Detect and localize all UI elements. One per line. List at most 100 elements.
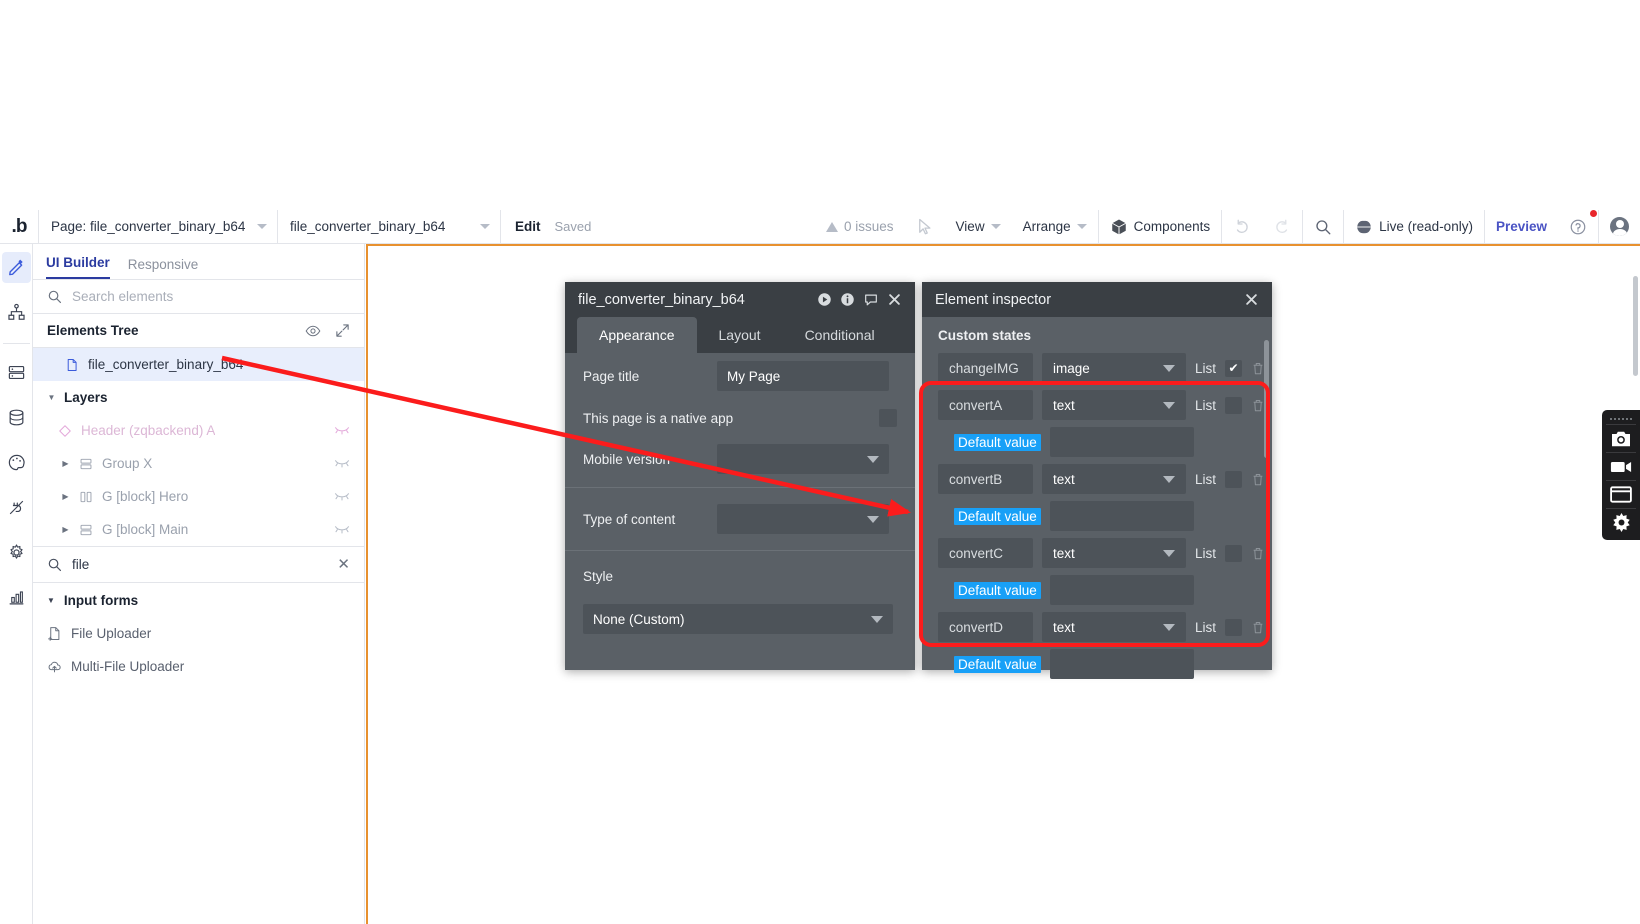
rail-plugins-button[interactable] [2,492,31,523]
default-value-row-convertC: Default value [938,575,1272,605]
undo-button[interactable] [1222,210,1262,244]
list-checkbox[interactable] [1225,619,1242,636]
comment-icon[interactable] [863,292,879,307]
record-video-button[interactable] [1604,453,1638,480]
pointer-tool-button[interactable] [905,210,945,244]
expand-icon[interactable] [335,323,350,338]
live-mode-button[interactable]: Live (read-only) [1344,210,1484,244]
rail-design-button[interactable] [2,252,31,283]
tree-row[interactable]: ▼ Layers [33,381,364,414]
delete-icon[interactable] [1251,398,1265,413]
hidden-eye-icon[interactable] [334,423,350,438]
palette-item-multi-file-uploader[interactable]: Multi-File Uploader [33,650,364,683]
chevron-down-icon [991,224,1001,229]
help-button[interactable] [1558,210,1598,244]
inspector-scrollbar[interactable] [1264,340,1269,458]
state-type-select[interactable]: text [1042,464,1186,494]
rail-workflow-button[interactable] [2,297,31,328]
tab-layout[interactable]: Layout [697,317,783,353]
canvas-scrollbar[interactable] [1633,276,1638,376]
type-of-content-select[interactable] [717,504,889,534]
rail-styles-button[interactable] [2,447,31,478]
palette-group-header[interactable]: ▼ Input forms [33,583,364,617]
components-button[interactable]: Components [1099,210,1222,244]
list-checkbox[interactable] [1225,471,1242,488]
chevron-right-icon[interactable]: ▶ [61,525,70,534]
window-capture-button[interactable] [1604,481,1638,508]
chevron-right-icon[interactable]: ▶ [61,492,70,501]
state-type-select[interactable]: text [1042,390,1186,420]
drag-handle[interactable] [1610,413,1632,424]
view-menu[interactable]: View [945,210,1012,244]
preview-button[interactable]: Preview [1485,210,1558,244]
screenshot-button[interactable] [1604,425,1638,452]
rail-logs-button[interactable] [2,582,31,613]
default-value-input[interactable] [1050,649,1194,679]
tab-ui-builder[interactable]: UI Builder [46,255,110,279]
default-value-input[interactable] [1050,575,1194,605]
state-type-select[interactable]: image [1042,353,1186,383]
tab-appearance[interactable]: Appearance [577,317,697,353]
rail-data-button[interactable] [2,357,31,388]
play-icon[interactable] [817,292,832,307]
page-title-input[interactable]: My Page [717,361,889,391]
state-name[interactable]: convertA [938,390,1033,420]
style-select[interactable]: None (Custom) [583,604,893,634]
arrange-menu[interactable]: Arrange [1012,210,1098,244]
rail-database-button[interactable] [2,402,31,433]
chevron-right-icon[interactable]: ▶ [61,459,70,468]
default-value-input[interactable] [1050,427,1194,457]
hidden-eye-icon[interactable] [334,456,350,471]
state-name[interactable]: convertC [938,538,1033,568]
state-type-select[interactable]: text [1042,538,1186,568]
eye-icon[interactable] [305,323,321,339]
rail-settings-button[interactable] [2,537,31,568]
delete-icon[interactable] [1251,620,1265,635]
list-checkbox[interactable]: ✔ [1225,360,1242,377]
redo-button[interactable] [1262,210,1302,244]
state-type-select[interactable]: text [1042,612,1186,642]
delete-icon[interactable] [1251,472,1265,487]
chevron-down-icon[interactable]: ▼ [47,393,56,402]
tree-row[interactable]: Header (zqbackend) A [33,414,364,447]
palette-search-input[interactable] [72,557,327,572]
state-name[interactable]: convertD [938,612,1033,642]
user-account-button[interactable] [1599,210,1640,244]
list-label: List [1195,472,1216,487]
close-icon[interactable] [1244,292,1259,307]
default-value-input[interactable] [1050,501,1194,531]
hidden-eye-icon[interactable] [334,522,350,537]
issues-indicator[interactable]: 0 issues [815,210,905,244]
search-icon [1314,218,1332,236]
palette-item-label: Multi-File Uploader [71,659,184,674]
tree-row[interactable]: ▶ G [block] Hero [33,480,364,513]
left-panel-tabs: UI Builder Responsive [33,244,364,279]
close-icon[interactable] [887,292,902,307]
search-button[interactable] [1303,210,1343,244]
bubble-logo[interactable]: .b [0,210,38,244]
page-selector[interactable]: Page: file_converter_binary_b64 [39,210,277,244]
clear-search-icon[interactable]: ✕ [337,557,350,572]
delete-icon[interactable] [1251,361,1265,376]
palette-item-file-uploader[interactable]: File Uploader [33,617,364,650]
mobile-version-select[interactable] [717,444,889,474]
tab-responsive[interactable]: Responsive [128,257,199,279]
tree-row[interactable]: ▶ G [block] Main [33,513,364,546]
left-panel: UI Builder Responsive Elements Tree [33,244,365,924]
tree-row[interactable]: ▶ Group X [33,447,364,480]
widget-settings-button[interactable] [1604,509,1638,536]
app-selector[interactable]: file_converter_binary_b64 [278,210,500,244]
info-icon[interactable] [840,292,855,307]
state-name[interactable]: convertB [938,464,1033,494]
hidden-eye-icon[interactable] [334,489,350,504]
sitemap-icon [7,303,26,322]
edit-button[interactable]: Edit [501,219,555,234]
tree-row[interactable]: file_converter_binary_b64 [33,348,364,381]
list-checkbox[interactable] [1225,397,1242,414]
state-name[interactable]: changeIMG [938,353,1033,383]
native-app-checkbox[interactable] [879,409,897,427]
list-checkbox[interactable] [1225,545,1242,562]
search-elements-input[interactable] [72,289,350,304]
tab-conditional[interactable]: Conditional [783,317,897,353]
delete-icon[interactable] [1251,546,1265,561]
